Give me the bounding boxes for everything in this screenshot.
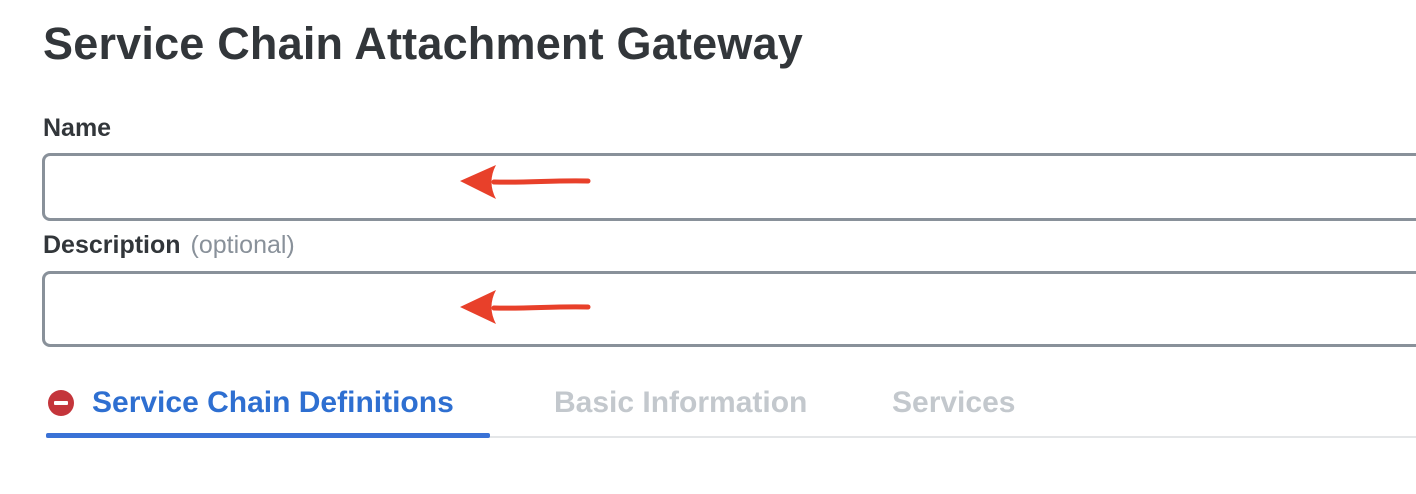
tab-services[interactable]: Services: [892, 368, 1015, 438]
name-label: Name: [43, 114, 111, 143]
service-chain-attachment-gateway-page: Service Chain Attachment Gateway Name De…: [0, 0, 1416, 494]
tab-bar: Service Chain Definitions Basic Informat…: [46, 368, 1416, 438]
left-arrow-icon: [460, 165, 591, 199]
tab-service-chain-definitions[interactable]: Service Chain Definitions: [46, 368, 490, 438]
tab-basic-information[interactable]: Basic Information: [554, 368, 807, 438]
description-input[interactable]: [42, 271, 1416, 347]
error-icon: [48, 390, 74, 416]
tab-label: Basic Information: [554, 386, 808, 419]
name-input[interactable]: [42, 153, 1416, 221]
page-title: Service Chain Attachment Gateway: [43, 18, 803, 69]
tab-label: Services: [892, 386, 1016, 419]
description-label-text: Description: [43, 231, 181, 259]
name-label-text: Name: [43, 114, 112, 142]
description-label: Description (optional): [43, 231, 295, 260]
tab-label: Service Chain Definitions: [92, 386, 454, 419]
optional-hint: (optional): [190, 231, 295, 259]
left-arrow-icon: [460, 290, 591, 324]
